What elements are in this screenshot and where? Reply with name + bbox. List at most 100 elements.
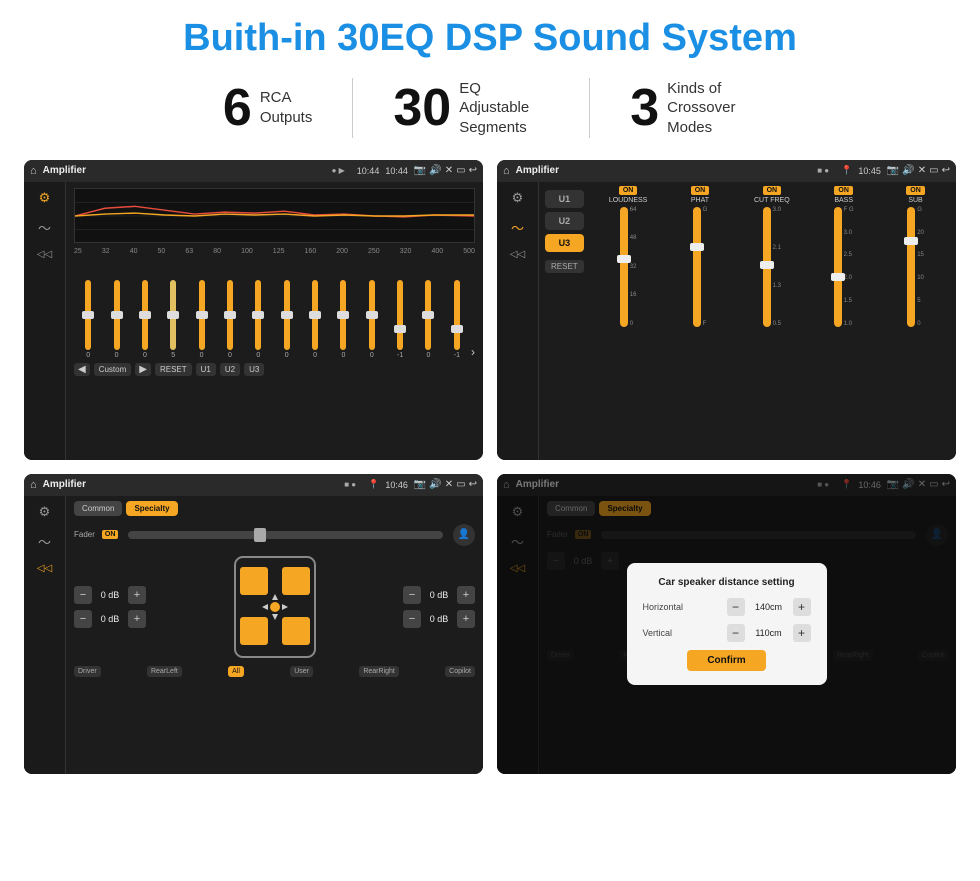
vol-val-br: 0 dB [424,614,454,624]
eq-slider-13: -1 [443,280,471,359]
fader-profile-icon[interactable]: 👤 [453,524,475,546]
fader-tab-specialty[interactable]: Specialty [126,501,177,516]
vol-minus-bl[interactable]: − [74,610,92,628]
sidebar-speaker-icon[interactable]: ◁◁ [37,249,52,260]
eq-slider-9: 0 [329,280,357,359]
eq-slider-10: 0 [358,280,386,359]
vol-plus-br[interactable]: + [457,610,475,628]
loudness-fader[interactable] [620,207,628,327]
sc-fader-header: ⌂ Amplifier ■ ● 📍 10:46 📷 🔊 ✕ ▭ ↩ [24,474,483,496]
sidebar-eq-icon[interactable]: ⚙ [39,190,51,206]
xover-u3-btn[interactable]: U3 [545,234,584,252]
vol-minus-br[interactable]: − [403,610,421,628]
dialog-vertical-label: Vertical [643,628,673,638]
eq-play-btn[interactable]: ▶ [135,363,151,376]
spk-driver-btn[interactable]: Driver [74,666,101,677]
eq-dot-icons: ● ▶ [332,166,345,175]
fader-tab-common[interactable]: Common [74,501,122,516]
screen-fader: ⌂ Amplifier ■ ● 📍 10:46 📷 🔊 ✕ ▭ ↩ ⚙ 〜 ◁◁ [24,474,483,774]
spk-rearright-btn[interactable]: RearRight [359,666,399,677]
spk-user-btn[interactable]: User [290,666,313,677]
sc-eq-time-val: 10:44 [385,166,408,176]
fader-sidebar-spk[interactable]: ◁◁ [37,563,52,574]
sub-fader[interactable] [907,207,915,327]
sidebar-wave-icon[interactable]: 〜 [38,218,51,237]
bass-on-badge: ON [834,186,853,195]
xover-ch-sub: ON SUB G 20 15 10 [881,186,950,456]
screen-crossover: ⌂ Amplifier ■ ● 📍 10:45 📷 🔊 ✕ ▭ ↩ ⚙ 〜 ◁◁ [497,160,956,460]
eq-slider-2: 0 [131,280,159,359]
fader-sidebar-wave[interactable]: 〜 [38,532,51,551]
phat-fader[interactable] [693,207,701,327]
page-title: Buith-in 30EQ DSP Sound System [24,18,956,60]
sc-eq-nav: 📷 🔊 ✕ ▭ ↩ [414,165,477,176]
xover-ch-loudness: ON LOUDNESS 64 48 32 16 [594,186,663,456]
eq-reset-btn[interactable]: RESET [155,363,192,376]
dialog-vertical-plus[interactable]: + [793,624,811,642]
xover-reset-btn[interactable]: RESET [545,260,584,273]
vol-ctrl-bl: − 0 dB + [74,610,146,628]
vol-plus-tr[interactable]: + [457,586,475,604]
page-container: Buith-in 30EQ DSP Sound System 6 RCAOutp… [0,0,980,784]
eq-scroll-right[interactable]: › [471,345,475,359]
eq-u2-btn[interactable]: U2 [220,363,240,376]
eq-u1-btn[interactable]: U1 [196,363,216,376]
eq-slider-5: 0 [216,280,244,359]
dialog-confirm-button[interactable]: Confirm [687,650,765,671]
xover-sidebar-speaker-icon[interactable]: ◁◁ [510,249,525,260]
spk-all-btn[interactable]: All [228,666,244,677]
xover-u2-btn[interactable]: U2 [545,212,584,230]
vol-minus-tr[interactable]: − [403,586,421,604]
eq-u3-btn[interactable]: U3 [244,363,264,376]
fader-slider[interactable] [128,531,443,539]
sc-eq-time: 10:44 [357,166,380,176]
sc-fader-app-title: Amplifier [43,479,339,490]
vol-ctrl-tr: − 0 dB + [403,586,475,604]
eq-prev-btn[interactable]: ◀ [74,363,90,376]
screens-grid: ⌂ Amplifier ● ▶ 10:44 10:44 📷 🔊 ✕ ▭ ↩ ⚙ … [24,160,956,774]
vol-val-tl: 0 dB [95,590,125,600]
eq-slider-1: 0 [102,280,130,359]
xover-home-icon: ⌂ [503,165,510,177]
dialog-horizontal-minus[interactable]: − [727,598,745,616]
eq-graph [74,188,475,243]
home-icon: ⌂ [30,165,37,177]
cutfreq-fader[interactable] [763,207,771,327]
screen-distance: ⌂ Amplifier ■ ● 📍 10:46 📷 🔊 ✕ ▭ ↩ ⚙ 〜 ◁◁ [497,474,956,774]
dialog-overlay: Car speaker distance setting Horizontal … [497,474,956,774]
sc-eq-main: 25 32 40 50 63 80 100 125 160 200 250 32… [66,182,483,460]
sc-xover-header: ⌂ Amplifier ■ ● 📍 10:45 📷 🔊 ✕ ▭ ↩ [497,160,956,182]
vol-plus-tl[interactable]: + [128,586,146,604]
spk-copilot-btn[interactable]: Copilot [445,666,475,677]
fader-sidebar-eq[interactable]: ⚙ [39,504,51,520]
dialog-vertical-ctrl: − 110cm + [727,624,811,642]
spk-rearleft-btn[interactable]: RearLeft [147,666,182,677]
dialog-vertical-value: 110cm [749,628,789,638]
sc-xover-main: U1 U2 U3 RESET ON LOUDNESS [539,182,956,460]
eq-slider-11: -1 [386,280,414,359]
xover-sidebar-eq-icon[interactable]: ⚙ [512,190,524,206]
fader-body: − 0 dB + − 0 dB + [74,552,475,662]
bass-fader[interactable] [834,207,842,327]
fader-tabs: Common Specialty [74,501,475,516]
eq-custom-btn[interactable]: Custom [94,363,132,376]
xover-u1-btn[interactable]: U1 [545,190,584,208]
stat-crossover: 3 Kinds ofCrossover Modes [590,79,797,138]
eq-sliders-row: 0 0 0 5 [74,259,475,359]
dialog-horizontal-value: 140cm [749,602,789,612]
dialog-horizontal-ctrl: − 140cm + [727,598,811,616]
fader-right-controls: − 0 dB + − 0 dB + [403,552,475,662]
dialog-horizontal-label: Horizontal [643,602,684,612]
speaker-diagram [152,552,397,662]
dialog-horizontal-plus[interactable]: + [793,598,811,616]
sc-eq-header: ⌂ Amplifier ● ▶ 10:44 10:44 📷 🔊 ✕ ▭ ↩ [24,160,483,182]
stats-row: 6 RCAOutputs 30 EQ AdjustableSegments 3 … [24,78,956,138]
vol-minus-tl[interactable]: − [74,586,92,604]
dialog-vertical-minus[interactable]: − [727,624,745,642]
fader-left-controls: − 0 dB + − 0 dB + [74,552,146,662]
stat-rca-label: RCAOutputs [260,88,313,127]
xover-ch-phat: ON PHAT G F [666,186,735,456]
xover-sidebar-wave-icon[interactable]: 〜 [511,218,524,237]
sc-fader-main: Common Specialty Fader ON 👤 [66,496,483,774]
vol-plus-bl[interactable]: + [128,610,146,628]
